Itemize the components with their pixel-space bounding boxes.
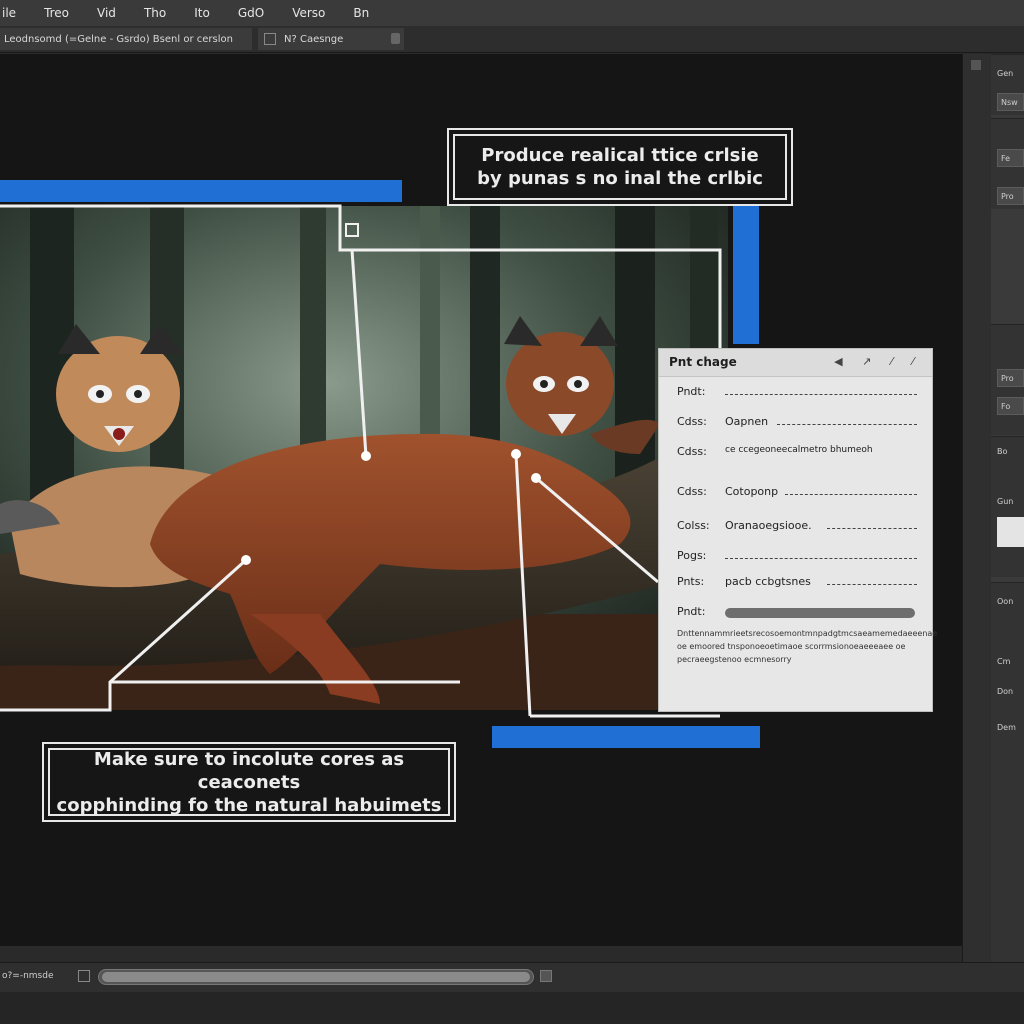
- property-label: Pndt:: [677, 605, 706, 618]
- callout-top[interactable]: Produce realical ttice crlsie by punas s…: [447, 128, 793, 206]
- horizontal-scrollbar[interactable]: [98, 969, 534, 985]
- property-label: Cdss:: [677, 415, 707, 428]
- dock-button[interactable]: Fe: [997, 149, 1024, 167]
- dock-panel-5: Oon Cm Don Dem: [991, 582, 1024, 963]
- property-value-line: [785, 494, 917, 495]
- dock-button[interactable]: Fo: [997, 397, 1024, 415]
- annotation-anchor-1[interactable]: [361, 451, 371, 461]
- callout-bottom-text: Make sure to incolute cores as ceaconets…: [44, 748, 454, 817]
- callout-top-line-1: Produce realical ttice crlsie: [481, 145, 759, 166]
- tab-document[interactable]: Leodnsomd (=Gelne - Gsrdo) Bsenl or cers…: [0, 28, 252, 50]
- zoom-label: o?=-nmsde: [2, 971, 54, 981]
- callout-bottom-line-2: copphinding fo the natural habuimets: [56, 794, 442, 816]
- document-tab-bar: Leodnsomd (=Gelne - Gsrdo) Bsenl or cers…: [0, 26, 1024, 53]
- color-swatch[interactable]: [997, 517, 1024, 547]
- annotation-anchor-4[interactable]: [241, 555, 251, 565]
- dock-panel-4: Bo Gun: [991, 436, 1024, 577]
- property-label: Pogs:: [677, 549, 707, 562]
- menu-item-5[interactable]: Ito: [180, 6, 224, 20]
- dock-button[interactable]: Pro: [997, 187, 1024, 205]
- properties-panel-header[interactable]: Pnt chage ◀ ↗ ⁄ ⁄: [659, 349, 932, 377]
- property-row[interactable]: Colss: Oranaoegsiooe.: [677, 519, 917, 535]
- property-slider[interactable]: [725, 608, 915, 618]
- property-value: pacb ccbgtsnes: [725, 575, 811, 588]
- property-label: Cdss:: [677, 445, 707, 458]
- property-value-line: [725, 394, 917, 395]
- property-value-line: [827, 584, 917, 585]
- menu-view[interactable]: Vid: [83, 6, 130, 20]
- dock-panel-2: Fe Pro: [991, 118, 1024, 209]
- status-icon[interactable]: [78, 970, 90, 982]
- scrollbar-thumb[interactable]: [102, 972, 530, 982]
- property-label: Cdss:: [677, 485, 707, 498]
- dock-label[interactable]: Gen: [997, 69, 1013, 78]
- scroll-end-button[interactable]: [540, 970, 552, 982]
- annotation-anchor-2[interactable]: [511, 449, 521, 459]
- property-value-line: [827, 528, 917, 529]
- property-value: ce ccegeoneecalmetro bhumeoh: [725, 445, 873, 455]
- dock-panel-1: Gen Nsw: [991, 54, 1024, 115]
- dock-label: Don: [997, 687, 1014, 696]
- property-description: Dnttennammrieetsrecosoemontmnpadgtmcsaea…: [677, 629, 938, 664]
- menu-file[interactable]: ile: [0, 6, 30, 20]
- callout-bottom-line-1: Make sure to incolute cores as ceaconets: [93, 748, 405, 793]
- property-row[interactable]: Cdss: ce ccegeoneecalmetro bhumeoh: [677, 445, 917, 461]
- status-bar: o?=-nmsde: [0, 962, 1024, 993]
- panel-header-icons[interactable]: ◀ ↗ ⁄ ⁄: [834, 355, 922, 368]
- property-value: Oapnen: [725, 415, 769, 428]
- dock-button[interactable]: Pro: [997, 369, 1024, 387]
- menu-item-8[interactable]: Bn: [339, 6, 383, 20]
- dock-panel-3: Pro Fo: [991, 324, 1024, 435]
- properties-panel-title: Pnt chage: [669, 355, 737, 369]
- property-value: Oranaoegsiooe.: [725, 519, 812, 532]
- dock-label: Cm: [997, 657, 1011, 666]
- property-label: Pndt:: [677, 385, 706, 398]
- property-label: Pnts:: [677, 575, 705, 588]
- callout-top-text: Produce realical ttice crlsie by punas s…: [477, 144, 763, 190]
- tab-document-label: Leodnsomd (=Gelne - Gsrdo) Bsenl or cers…: [4, 33, 233, 45]
- property-row[interactable]: Pndt:: [677, 385, 917, 401]
- callout-top-line-2: by punas s no inal the crlbic: [477, 168, 763, 189]
- tab-document-2[interactable]: N? Caesnge: [258, 28, 404, 50]
- collapse-arrow-icon[interactable]: [971, 60, 981, 70]
- selection-bar-bottom: [492, 726, 760, 748]
- property-value: Cotoponp: [725, 485, 779, 498]
- property-value-line: [725, 558, 917, 559]
- dock-label: Oon: [997, 597, 1014, 606]
- property-row[interactable]: Pndt:: [677, 605, 917, 621]
- property-label: Colss:: [677, 519, 710, 532]
- annotation-anchor-3[interactable]: [531, 473, 541, 483]
- callout-bottom[interactable]: Make sure to incolute cores as ceaconets…: [42, 742, 456, 822]
- dock-label: Bo: [997, 447, 1008, 456]
- dock-label: Dem: [997, 723, 1016, 732]
- document-icon: [264, 33, 276, 45]
- menu-bar: ile Treo Vid Tho Ito GdO Verso Bn: [0, 0, 1024, 27]
- dock-collapse-strip[interactable]: [962, 54, 991, 962]
- property-row[interactable]: Cdss: Cotoponp: [677, 485, 917, 501]
- bottom-strip: [0, 992, 1024, 1024]
- menu-item-7[interactable]: Verso: [278, 6, 339, 20]
- dock-label: Gun: [997, 497, 1014, 506]
- properties-panel[interactable]: Pnt chage ◀ ↗ ⁄ ⁄ Pndt: Cdss: Oapnen Cds…: [658, 348, 938, 712]
- right-dock: Gen Nsw Fe Pro Pro Fo Bo Gun Oon Cm Don …: [991, 54, 1024, 963]
- menu-item-6[interactable]: GdO: [224, 6, 278, 20]
- property-row[interactable]: Cdss: Oapnen: [677, 415, 917, 431]
- selection-bar-top: [0, 180, 402, 202]
- property-value-line: [777, 424, 917, 425]
- tab-document-2-label: N? Caesnge: [284, 33, 344, 45]
- menu-edit[interactable]: Treo: [30, 6, 83, 20]
- menu-tools[interactable]: Tho: [130, 6, 180, 20]
- dock-button[interactable]: Nsw: [997, 93, 1024, 111]
- selection-bar-right: [733, 206, 759, 344]
- property-row[interactable]: Pnts: pacb ccbgtsnes: [677, 575, 917, 591]
- close-icon[interactable]: [391, 33, 400, 44]
- property-row[interactable]: Pogs:: [677, 549, 917, 565]
